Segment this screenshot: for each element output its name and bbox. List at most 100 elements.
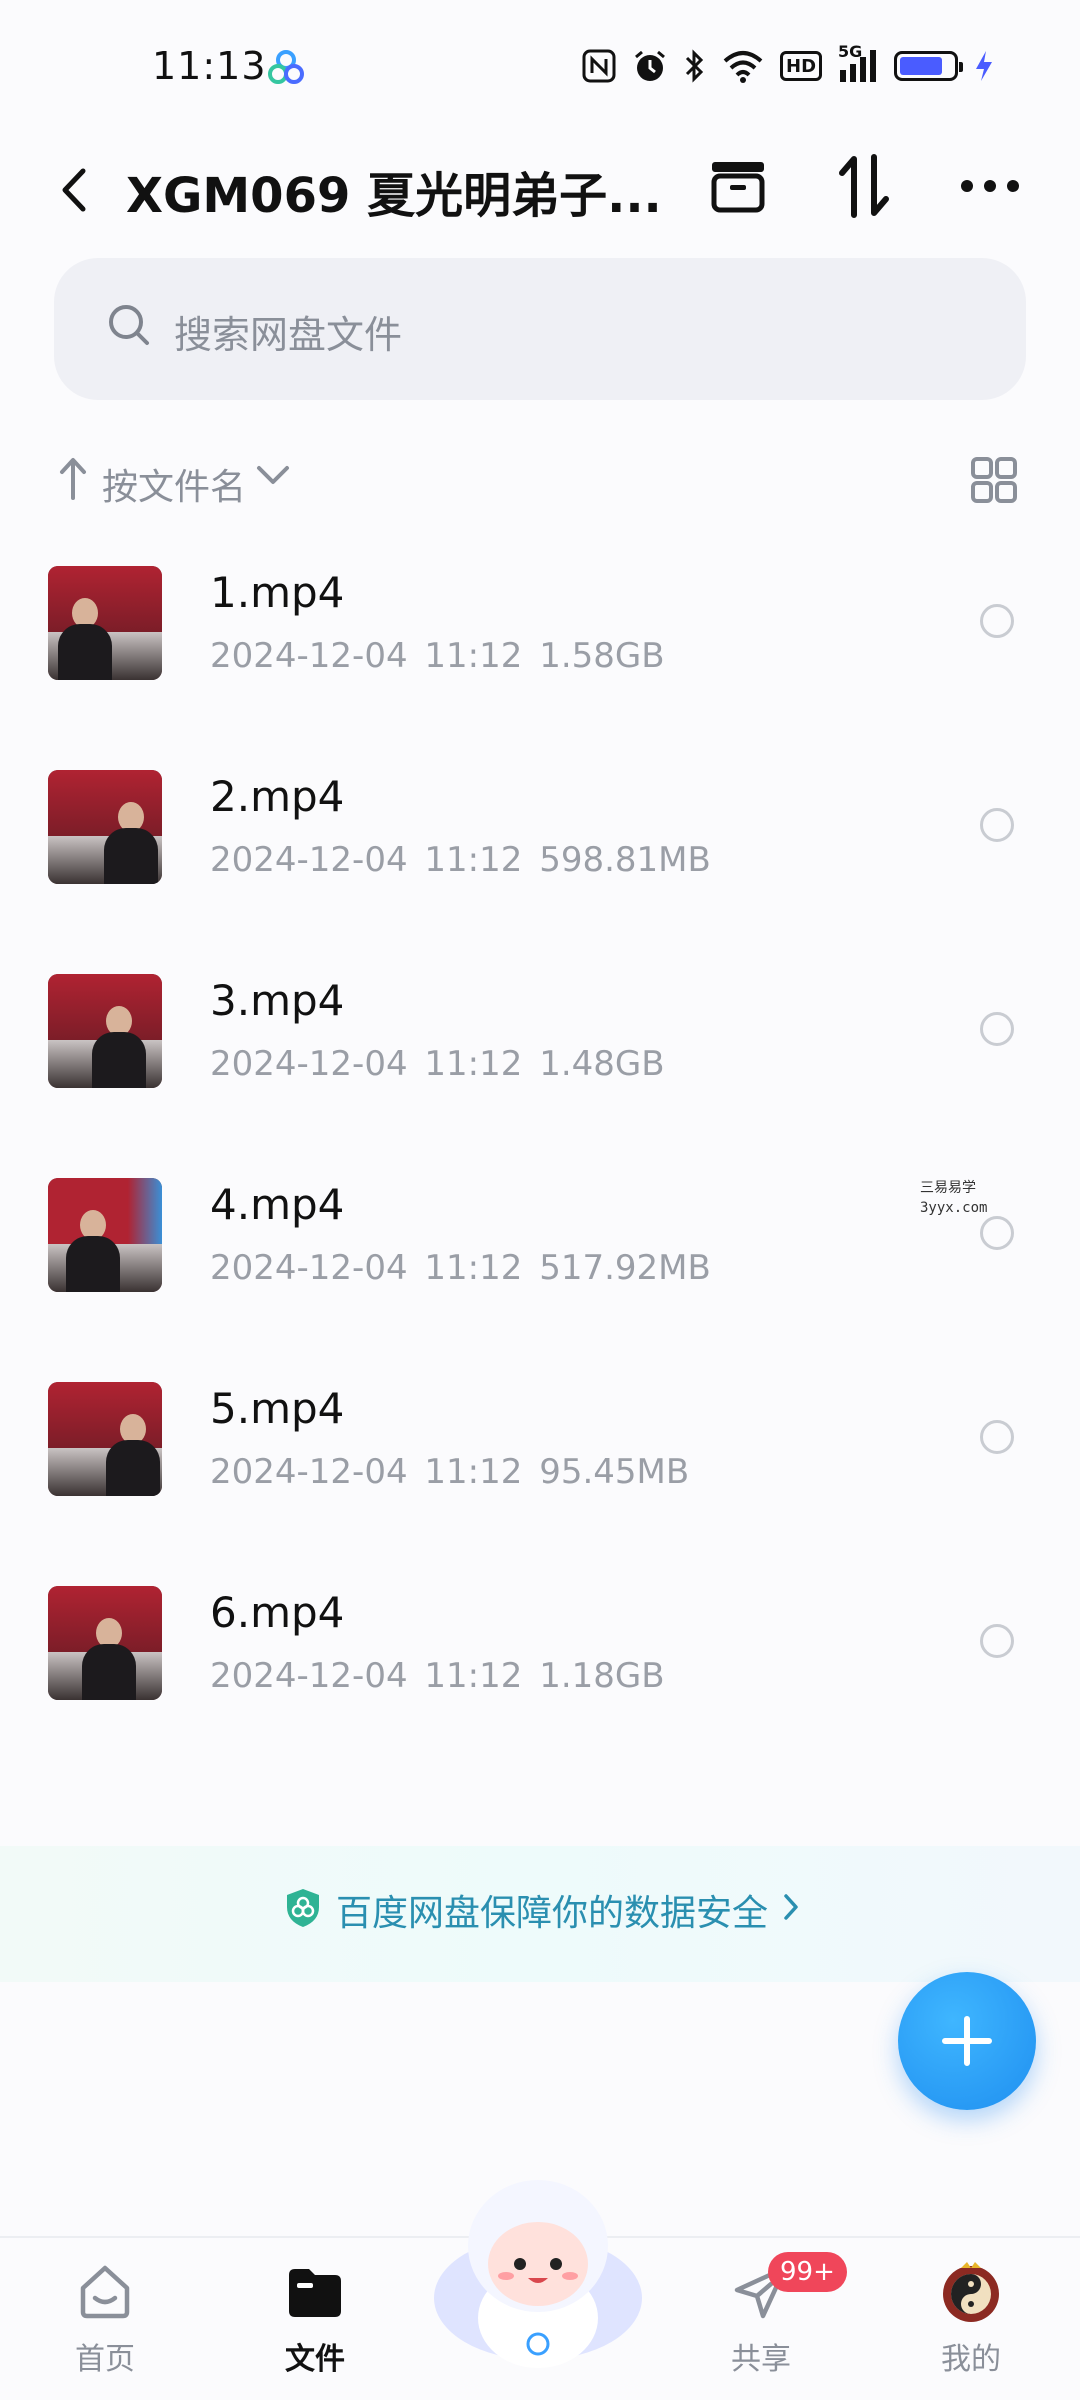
chevron-down-icon[interactable] — [256, 464, 290, 490]
app-header: XGM069 夏光明弟子... — [0, 130, 1080, 250]
page-title: XGM069 夏光明弟子... — [126, 168, 662, 224]
file-name: 1.mp4 — [210, 568, 345, 617]
wifi-icon — [722, 49, 764, 83]
baidu-netdisk-notification-icon — [266, 48, 306, 92]
nav-mine-label: 我的 — [941, 2342, 1001, 2377]
file-meta: 2024-12-04 11:12 598.81MB — [210, 840, 711, 880]
video-thumbnail — [48, 566, 162, 680]
sort-direction-icon[interactable] — [58, 456, 88, 504]
file-time: 11:12 — [424, 1656, 523, 1696]
file-date: 2024-12-04 — [210, 1044, 408, 1084]
file-row[interactable]: 6.mp4 2024-12-04 11:12 1.18GB — [0, 1572, 1080, 1776]
file-size: 1.18GB — [539, 1656, 665, 1696]
back-arrow-icon — [62, 168, 86, 212]
file-meta: 2024-12-04 11:12 95.45MB — [210, 1452, 689, 1492]
file-row[interactable]: 1.mp4 2024-12-04 11:12 1.58GB — [0, 552, 1080, 756]
transfer-button[interactable] — [824, 146, 904, 226]
file-time: 11:12 — [424, 840, 523, 880]
file-meta: 2024-12-04 11:12 1.48GB — [210, 1044, 665, 1084]
file-size: 95.45MB — [539, 1452, 690, 1492]
select-checkbox[interactable] — [980, 808, 1014, 842]
security-banner-text: 百度网盘保障你的数据安全 — [336, 1893, 769, 1934]
home-icon — [73, 2260, 137, 2324]
file-date: 2024-12-04 — [210, 1656, 408, 1696]
video-thumbnail — [48, 1382, 162, 1496]
file-meta: 2024-12-04 11:12 517.92MB — [210, 1248, 711, 1288]
grid-icon — [971, 457, 1017, 503]
bluetooth-icon — [684, 48, 706, 84]
select-checkbox[interactable] — [980, 1624, 1014, 1658]
sort-toolbar: 按文件名 — [56, 450, 1026, 514]
archive-button[interactable] — [698, 146, 778, 226]
watermark-line2: 3yyx.com — [920, 1200, 988, 1216]
file-size: 517.92MB — [539, 1248, 711, 1288]
watermark: 三易易学 3yyx.com — [920, 1178, 987, 1218]
nav-files-label: 文件 — [285, 2342, 345, 2377]
file-row[interactable]: 2.mp4 2024-12-04 11:12 598.81MB — [0, 756, 1080, 960]
search-bar[interactable]: 搜索网盘文件 — [54, 258, 1026, 400]
grid-view-toggle[interactable] — [970, 456, 1024, 510]
security-banner[interactable]: 百度网盘保障你的数据安全 — [0, 1846, 1080, 1982]
network-type-label: 5G — [838, 42, 863, 61]
file-date: 2024-12-04 — [210, 636, 408, 676]
file-date: 2024-12-04 — [210, 1452, 408, 1492]
select-checkbox[interactable] — [980, 1216, 1014, 1250]
file-size: 1.48GB — [539, 1044, 665, 1084]
nav-home-label: 首页 — [75, 2342, 135, 2377]
more-button[interactable] — [950, 146, 1030, 226]
alarm-icon — [632, 48, 668, 84]
file-row[interactable]: 3.mp4 2024-12-04 11:12 1.48GB — [0, 960, 1080, 1164]
file-size: 598.81MB — [539, 840, 711, 880]
status-time: 11:13 — [152, 44, 267, 88]
folder-icon — [283, 2260, 347, 2324]
ai-assistant-mascot[interactable] — [428, 2168, 648, 2374]
archive-icon — [711, 162, 765, 213]
nav-home[interactable]: 首页 — [40, 2260, 170, 2390]
transfer-arrows-icon — [839, 154, 889, 218]
file-row[interactable]: 5.mp4 2024-12-04 11:12 95.45MB — [0, 1368, 1080, 1572]
file-name: 2.mp4 — [210, 772, 345, 821]
file-date: 2024-12-04 — [210, 1248, 408, 1288]
file-name: 3.mp4 — [210, 976, 345, 1025]
chevron-right-icon — [782, 1890, 800, 1931]
nav-share-label: 共享 — [731, 2342, 791, 2377]
more-dots-icon — [961, 180, 1019, 192]
back-button[interactable] — [48, 152, 100, 228]
video-thumbnail — [48, 1178, 162, 1292]
battery-level — [900, 57, 942, 75]
file-size: 1.58GB — [539, 636, 665, 676]
select-checkbox[interactable] — [980, 1012, 1014, 1046]
avatar — [939, 2260, 1003, 2324]
search-placeholder: 搜索网盘文件 — [174, 313, 403, 357]
plus-icon — [942, 2016, 992, 2066]
battery-icon — [894, 51, 964, 81]
video-thumbnail — [48, 770, 162, 884]
file-row[interactable]: 4.mp4 2024-12-04 11:12 517.92MB — [0, 1164, 1080, 1368]
shield-icon — [284, 1887, 322, 1933]
hd-icon: HD — [780, 51, 823, 81]
file-list: 1.mp4 2024-12-04 11:12 1.58GB 2.mp4 2024… — [0, 552, 1080, 1776]
select-checkbox[interactable] — [980, 1420, 1014, 1454]
file-time: 11:12 — [424, 1248, 523, 1288]
status-icons: HD 5G — [582, 42, 994, 86]
file-meta: 2024-12-04 11:12 1.58GB — [210, 636, 665, 676]
file-name: 5.mp4 — [210, 1384, 345, 1433]
add-button[interactable] — [898, 1972, 1036, 2110]
video-thumbnail — [48, 1586, 162, 1700]
nav-files[interactable]: 文件 — [250, 2260, 380, 2390]
search-icon — [106, 302, 152, 352]
file-meta: 2024-12-04 11:12 1.18GB — [210, 1656, 665, 1696]
file-date: 2024-12-04 — [210, 840, 408, 880]
nav-mine[interactable]: 我的 — [906, 2260, 1036, 2390]
signal-icon: 5G — [838, 42, 878, 84]
sort-by-name-button[interactable]: 按文件名 — [102, 458, 246, 510]
charging-icon — [974, 49, 994, 83]
file-name: 6.mp4 — [210, 1588, 345, 1637]
select-checkbox[interactable] — [980, 604, 1014, 638]
file-name: 4.mp4 — [210, 1180, 345, 1229]
video-thumbnail — [48, 974, 162, 1088]
watermark-line1: 三易易学 — [920, 1180, 976, 1196]
share-badge: 99+ — [768, 2252, 847, 2292]
nav-share[interactable]: 共享 99+ — [696, 2252, 847, 2390]
nfc-icon — [582, 49, 616, 83]
